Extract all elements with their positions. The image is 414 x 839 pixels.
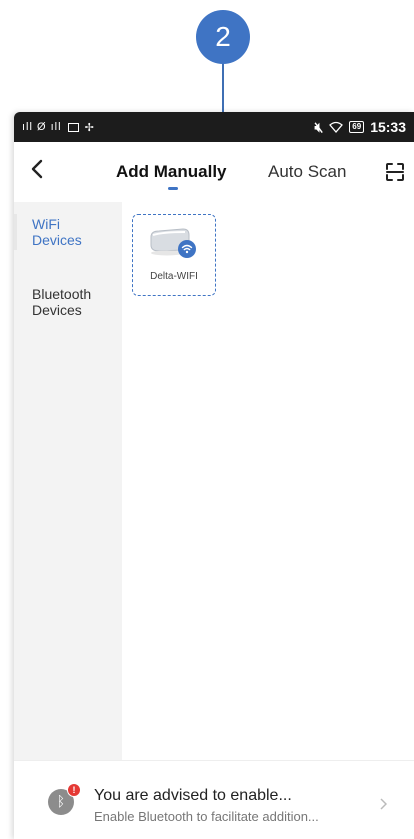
nav-bar: Add Manually Auto Scan <box>14 142 414 202</box>
sidebar-active-marker <box>14 214 17 250</box>
signal-icons: ıll Ø ıll <box>22 121 62 133</box>
chevron-right-icon <box>379 797 388 813</box>
scan-button[interactable] <box>385 162 405 182</box>
phone-screen: ıll Ø ıll ✢ 🔇︎ 69 15:33 Add Manually Aut… <box>14 112 414 839</box>
status-left: ıll Ø ıll ✢ <box>22 121 95 134</box>
status-right: 🔇︎ 69 15:33 <box>314 119 406 136</box>
sidebar-item-label: WiFi Devices <box>32 216 82 248</box>
sidebar-item-bluetooth-devices[interactable]: Bluetooth Devices <box>32 286 91 318</box>
tab-add-manually[interactable]: Add Manually <box>116 162 227 182</box>
back-button[interactable] <box>30 158 50 182</box>
tab-auto-scan[interactable]: Auto Scan <box>268 162 346 182</box>
mute-icon: 🔇︎ <box>314 118 324 135</box>
notification-badge: ! <box>67 783 81 797</box>
category-sidebar: WiFi Devices Bluetooth Devices <box>14 202 122 772</box>
sync-icon: ✢ <box>84 121 95 134</box>
wifi-device-icon <box>150 228 196 258</box>
gallery-icon <box>67 122 79 132</box>
callout-number: 2 <box>196 10 250 64</box>
device-card[interactable]: Delta-WIFI <box>132 214 216 296</box>
bluetooth-advice-banner[interactable]: ᛒ ! You are advised to enable... Enable … <box>14 760 414 839</box>
sidebar-item-label: Bluetooth Devices <box>32 286 92 318</box>
wifi-status-icon <box>329 121 344 133</box>
banner-title: You are advised to enable... <box>94 787 292 804</box>
scan-icon <box>386 163 404 181</box>
banner-subtitle: Enable Bluetooth to facilitate addition.… <box>94 809 319 824</box>
device-name: Delta-WIFI <box>150 271 198 282</box>
battery-icon: 69 <box>349 121 365 133</box>
active-tab-indicator <box>168 187 178 190</box>
chevron-left-icon <box>31 159 43 179</box>
status-time: 15:33 <box>370 119 406 135</box>
device-list: Delta-WIFI <box>122 202 414 772</box>
sidebar-item-wifi-devices[interactable]: WiFi Devices <box>32 216 82 248</box>
status-bar: ıll Ø ıll ✢ 🔇︎ 69 15:33 <box>14 112 414 142</box>
